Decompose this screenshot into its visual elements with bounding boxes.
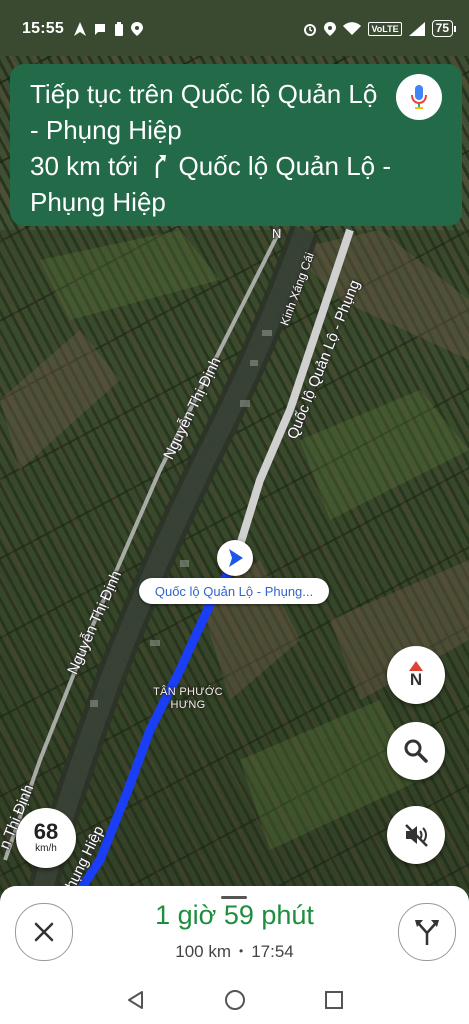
next-maneuver-distance: 30 km tới [30,151,139,181]
location-pin-icon [324,21,337,36]
alarm-icon [304,23,317,36]
place-label-line2: HƯNG [170,699,206,711]
location-pin-icon [131,22,143,36]
sound-off-icon [405,824,428,847]
navigation-instruction: Tiếp tục trên Quốc lộ Quản Lộ - Phụng Hi… [30,79,378,145]
search-button[interactable] [387,722,445,780]
drag-handle[interactable] [221,896,247,899]
battery-saver-icon [115,22,123,36]
system-recents-button[interactable] [322,988,346,1012]
home-icon [225,990,245,1010]
navigation-instruction-banner[interactable]: Tiếp tục trên Quốc lộ Quản Lộ - Phụng Hi… [10,64,462,226]
route-options-icon [415,920,439,945]
current-road-label: Quốc lộ Quản Lộ - Phụng... [139,578,329,604]
compass: N [409,661,423,689]
trip-details: 100 km • 17:54 [0,942,469,962]
voice-search-button[interactable] [396,74,442,120]
place-label-tan-phuoc-hung: TÂN PHƯỚC HƯNG [148,686,228,712]
turn-slight-right-icon [156,155,167,178]
mute-button[interactable] [387,806,445,864]
status-time: 15:55 [22,20,64,37]
speed-unit: km/h [35,843,57,854]
system-home-button[interactable] [223,988,247,1012]
wifi-icon [343,21,362,35]
system-back-button[interactable] [124,988,148,1012]
compass-label: N [409,670,423,689]
status-left-icons [74,22,143,36]
battery-indicator: 75 [431,20,457,37]
recents-icon [325,991,343,1009]
search-icon [404,739,428,763]
status-right-icons: VoLTE 75 [303,20,457,37]
signal-icon [408,21,425,36]
navigation-arrow-icon [74,22,86,36]
road-label-partial: N [272,226,282,241]
trip-distance: 100 km [175,942,231,961]
navigation-arrow-icon [229,549,243,567]
speedometer: 68 km/h [16,808,76,868]
speed-value: 68 [33,819,59,844]
status-bar: 15:55 VoLTE 75 [0,0,469,56]
trip-summary-panel[interactable]: 1 giờ 59 phút 100 km • 17:54 [0,886,469,976]
alternate-routes-button[interactable] [398,903,456,961]
microphone-icon [411,85,427,109]
compass-button[interactable]: N [387,646,445,704]
place-label-line1: TÂN PHƯỚC [153,686,223,698]
next-maneuver: 30 km tới Quốc lộ Quản Lộ - Phụng Hiệp [30,148,410,220]
current-location-marker [217,540,253,576]
volte-badge: VoLTE [368,21,402,36]
trip-separator: • [239,944,244,958]
system-navigation-bar [0,976,469,1024]
trip-arrival-time: 17:54 [251,942,294,961]
back-icon [128,991,143,1009]
chat-icon [95,24,105,35]
